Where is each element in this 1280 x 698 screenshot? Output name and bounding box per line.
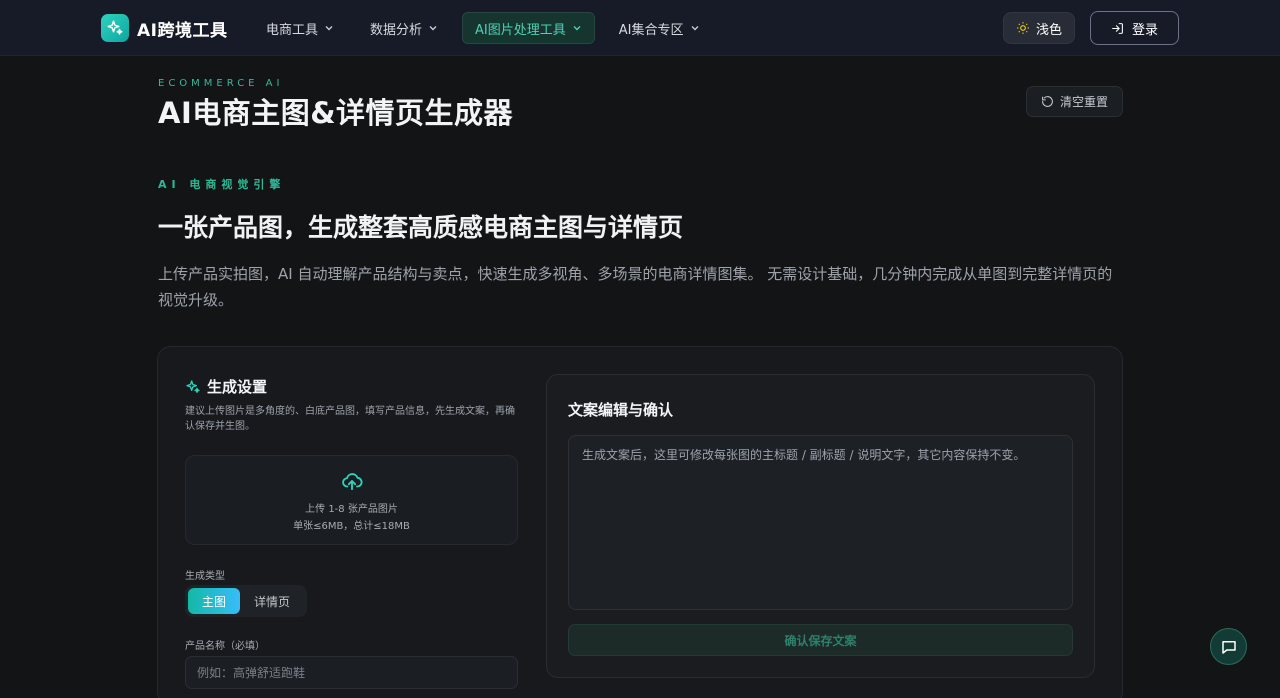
upload-cloud-icon: [341, 473, 363, 491]
upload-instructions: 上传 1-8 张产品图片: [305, 504, 398, 515]
sun-icon: [1017, 22, 1029, 34]
save-copy-button[interactable]: 确认保存文案: [568, 624, 1073, 656]
type-label: 生成类型: [185, 571, 225, 582]
settings-title: 生成设置: [185, 376, 267, 397]
chat-button[interactable]: [1210, 628, 1247, 665]
login-button[interactable]: 登录: [1090, 11, 1179, 45]
theme-toggle-label: 浅色: [1035, 22, 1062, 38]
menu-item-ai-image-tools[interactable]: AI图片处理工具: [462, 12, 595, 44]
settings-hint: 建议上传图片是多角度的、白底产品图，填写产品信息，先生成文案，再确认保存并生图。: [185, 406, 515, 432]
page-title: AI电商主图&详情页生成器: [158, 96, 514, 130]
logo-text: AI跨境工具: [137, 20, 228, 41]
login-label: 登录: [1131, 22, 1158, 38]
main-menu: 电商工具 数据分析 AI图片处理工具 AI集合专区: [254, 12, 712, 44]
sparkle-icon: [101, 14, 129, 42]
settings-title-text: 生成设置: [207, 378, 268, 396]
login-icon: [1112, 22, 1123, 34]
chevron-down-icon: [325, 26, 333, 31]
copy-panel-title: 文案编辑与确认: [568, 401, 674, 419]
menu-item-ai-collection[interactable]: AI集合专区: [607, 12, 712, 44]
menu-item-label: 数据分析: [370, 22, 423, 38]
chevron-down-icon: [573, 26, 581, 31]
type-option-detail-page[interactable]: 详情页: [244, 588, 300, 614]
type-option-main-image[interactable]: 主图: [188, 588, 240, 614]
menu-item-label: AI集合专区: [618, 22, 684, 38]
upload-dropzone[interactable]: 上传 1-8 张产品图片 单张≤6MB，总计≤18MB: [185, 455, 518, 545]
chevron-down-icon: [691, 26, 698, 31]
reset-icon: [1042, 96, 1053, 107]
menu-item-label: AI图片处理工具: [475, 22, 566, 38]
menu-item-ecommerce-tools[interactable]: 电商工具: [254, 12, 346, 44]
theme-toggle-button[interactable]: 浅色: [1003, 12, 1075, 44]
upload-limits: 单张≤6MB，总计≤18MB: [293, 521, 410, 532]
headline: 一张产品图，生成整套高质感电商主图与详情页: [158, 213, 684, 242]
top-nav: AI跨境工具 电商工具 数据分析 AI图片处理工具 AI集合专区 浅色 登录: [0, 0, 1280, 56]
sparkle-icon: [186, 379, 200, 393]
chat-icon: [1221, 640, 1236, 654]
type-toggle: 主图 详情页: [185, 585, 307, 617]
copy-textarea[interactable]: [568, 435, 1073, 610]
menu-item-data-analysis[interactable]: 数据分析: [358, 12, 450, 44]
reset-label: 清空重置: [1059, 95, 1108, 109]
product-name-label: 产品名称（必填）: [185, 641, 265, 652]
product-name-input[interactable]: [185, 656, 518, 689]
logo[interactable]: AI跨境工具: [101, 14, 227, 42]
section-tag: AI 电商视觉引擎: [158, 178, 286, 191]
page-eyebrow: ECOMMERCE AI: [158, 78, 284, 89]
reset-button[interactable]: 清空重置: [1026, 86, 1123, 117]
intro-description: 上传产品实拍图，AI 自动理解产品结构与卖点，快速生成多视角、多场景的电商详情图…: [158, 265, 1113, 309]
menu-item-label: 电商工具: [266, 22, 319, 38]
chevron-down-icon: [429, 26, 437, 31]
